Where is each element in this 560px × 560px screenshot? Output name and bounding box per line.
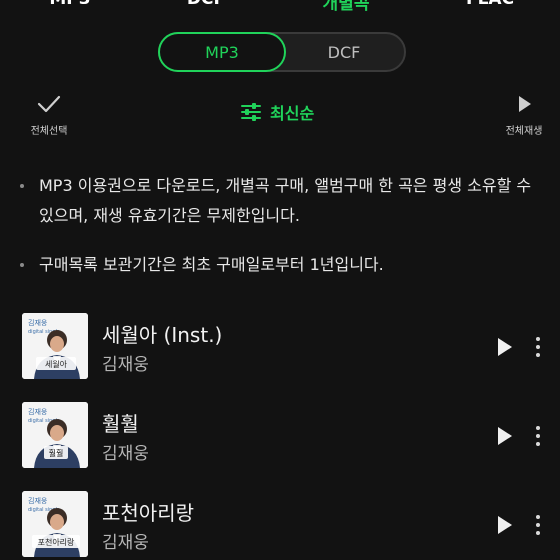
- info-item: 구매목록 보관기간은 최초 구매일로부터 1년입니다.: [20, 250, 550, 280]
- more-options-icon[interactable]: [528, 513, 548, 537]
- info-text: MP3 이용권으로 다운로드, 개별곡 구매, 앨범구매 한 곡은 평생 소유할…: [39, 176, 532, 225]
- checkmark-icon: [37, 95, 61, 113]
- format-option-dcf[interactable]: DCF: [280, 32, 408, 72]
- tab-dcf[interactable]: DCF: [187, 0, 225, 9]
- svg-text:김재웅: 김재웅: [28, 497, 48, 505]
- cover-text: 훨훨: [49, 448, 64, 458]
- play-icon[interactable]: [492, 424, 516, 448]
- format-toggle: DCF MP3: [158, 32, 406, 72]
- bullet-dot: [20, 263, 24, 267]
- more-options-icon[interactable]: [528, 335, 548, 359]
- svg-text:김재웅: 김재웅: [28, 319, 48, 327]
- info-text: 구매목록 보관기간은 최초 구매일로부터 1년입니다.: [39, 255, 384, 274]
- select-all-button[interactable]: 전체선택: [22, 94, 76, 137]
- more-options-icon[interactable]: [528, 424, 548, 448]
- cover-text: 세월아: [45, 359, 68, 369]
- play-icon[interactable]: [492, 335, 516, 359]
- sliders-icon: [241, 103, 261, 121]
- track-title: 포천아리랑: [102, 501, 194, 525]
- track-row[interactable]: 김재웅 digital single 세월아 세월아 (Inst.) 김재웅: [0, 313, 560, 383]
- album-cover: 김재웅 digital single 훨훨: [22, 402, 88, 468]
- info-item: MP3 이용권으로 다운로드, 개별곡 구매, 앨범구매 한 곡은 평생 소유할…: [20, 171, 550, 231]
- track-artist: 김재웅: [102, 444, 149, 464]
- track-title: 세월아 (Inst.): [102, 323, 223, 347]
- play-all-button[interactable]: 전체재생: [496, 94, 552, 137]
- tab-flac[interactable]: FLAC: [466, 0, 514, 9]
- track-row[interactable]: 김재웅 digital single 훨훨 훨훨 김재웅: [0, 402, 560, 472]
- album-cover: 김재웅 digital single 포천아리랑: [22, 491, 88, 557]
- svg-text:김재웅: 김재웅: [28, 408, 48, 416]
- track-artist: 김재웅: [102, 355, 149, 375]
- track-row[interactable]: 김재웅 digital single 포천아리랑 포천아리랑 김재웅: [0, 491, 560, 560]
- select-all-label: 전체선택: [30, 126, 68, 137]
- tab-mp3[interactable]: MP3: [49, 0, 90, 9]
- album-cover: 김재웅 digital single 세월아: [22, 313, 88, 379]
- sort-label: 최신순: [270, 104, 315, 123]
- top-tab-bar: MP3 DCF 개별곡 FLAC: [0, 0, 560, 14]
- track-title: 훨훨: [102, 412, 139, 436]
- track-artist: 김재웅: [102, 533, 149, 553]
- tab-individual-songs[interactable]: 개별곡: [323, 0, 370, 14]
- format-option-mp3[interactable]: MP3: [158, 32, 286, 72]
- play-icon: [519, 96, 531, 112]
- play-icon[interactable]: [492, 513, 516, 537]
- sort-button[interactable]: 최신순: [240, 99, 314, 125]
- play-all-label: 전체재생: [505, 126, 543, 137]
- bullet-dot: [20, 184, 24, 188]
- cover-text: 포천아리랑: [38, 537, 75, 547]
